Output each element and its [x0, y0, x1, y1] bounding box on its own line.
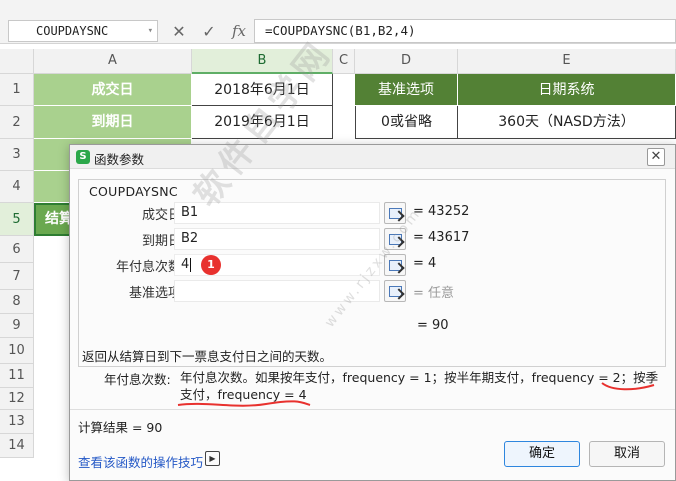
text-caret — [190, 257, 192, 272]
row-header-6[interactable]: 6 — [0, 236, 34, 263]
cell-d2[interactable]: 0或省略 — [355, 106, 458, 139]
formula-bar: COUPDAYSNC ▾ ✕ ✓ fx =COUPDAYSNC(B1,B2,4) — [0, 0, 676, 44]
formula-result: = 90 — [417, 318, 449, 333]
select-all-corner[interactable] — [0, 49, 34, 74]
column-header-b[interactable]: B — [192, 49, 333, 74]
column-header-a[interactable]: A — [34, 49, 192, 74]
function-arguments-dialog: S 函数参数 ✕ COUPDAYSNC 成交日 B1 = 43252 到期日 B… — [69, 144, 676, 481]
row-header-2[interactable]: 2 — [0, 106, 34, 139]
row-header-7[interactable]: 7 — [0, 263, 34, 290]
function-description: 返回从结算日到下一票息支付日之间的天数。 — [82, 349, 333, 364]
range-picker-icon[interactable] — [384, 254, 406, 276]
arg-row-basis: 基准选项 = 任意 — [79, 280, 667, 302]
row-header-4[interactable]: 4 — [0, 171, 34, 203]
arg-label: 年付息次数 — [115, 260, 181, 275]
formula-input[interactable]: =COUPDAYSNC(B1,B2,4) — [254, 19, 676, 43]
arg-result: = 4 — [413, 256, 437, 271]
range-picker-icon[interactable] — [384, 228, 406, 250]
arg-result: = 任意 — [413, 286, 455, 301]
range-picker-icon[interactable] — [384, 202, 406, 224]
name-box-value: COUPDAYSNC — [36, 24, 109, 38]
red-underline-annotation — [601, 382, 655, 391]
app-logo-icon: S — [76, 150, 90, 164]
row-header-10[interactable]: 10 — [0, 338, 34, 364]
cell-e2[interactable]: 360天（NASD方法） — [458, 106, 676, 139]
row-header-8[interactable]: 8 — [0, 290, 34, 314]
cell-b2[interactable]: 2019年6月1日 — [192, 106, 333, 139]
arg-row-maturity: 到期日 B2 = 43617 — [79, 228, 667, 250]
cell-a1[interactable]: 成交日 — [34, 74, 192, 106]
column-header-c[interactable]: C — [333, 49, 355, 74]
name-box-dropdown-icon[interactable]: ▾ — [148, 21, 153, 41]
function-tips-link[interactable]: 查看该函数的操作技巧 — [78, 452, 203, 471]
arg-row-settlement: 成交日 B1 = 43252 — [79, 202, 667, 224]
formula-tools: ✕ ✓ fx — [170, 19, 248, 43]
arg-result: = 43617 — [413, 230, 470, 245]
arg-input-frequency-value: 4 — [181, 257, 190, 272]
name-box[interactable]: COUPDAYSNC ▾ — [8, 20, 158, 42]
divider — [70, 409, 675, 410]
arg-input-maturity[interactable]: B2 — [174, 228, 380, 250]
arg-input-settlement[interactable]: B1 — [174, 202, 380, 224]
param-help-label: 年付息次数: — [104, 372, 171, 387]
arg-row-frequency: 年付息次数 4 1 = 4 — [79, 254, 667, 276]
row-header-14[interactable]: 14 — [0, 434, 34, 458]
function-group: COUPDAYSNC 成交日 B1 = 43252 到期日 B2 = 43617… — [78, 179, 666, 367]
column-header-d[interactable]: D — [355, 49, 458, 74]
close-icon[interactable]: ✕ — [647, 148, 665, 166]
cancel-button[interactable]: 取消 — [589, 441, 665, 467]
cell-d1[interactable]: 基准选项 — [355, 74, 458, 106]
row-header-5[interactable]: 5 — [0, 203, 34, 236]
row-header-1[interactable]: 1 — [0, 74, 34, 106]
param-help-text: 年付息次数。如果按年支付，frequency = 1；按半年期支付，freque… — [180, 370, 659, 402]
dialog-title-bar[interactable]: S 函数参数 ✕ — [70, 145, 675, 169]
cancel-formula-icon[interactable]: ✕ — [170, 22, 188, 41]
confirm-formula-icon[interactable]: ✓ — [200, 22, 218, 41]
row-header-3[interactable]: 3 — [0, 139, 34, 171]
calculation-result: 计算结果 = 90 — [78, 420, 163, 435]
range-picker-icon[interactable] — [384, 280, 406, 302]
function-name: COUPDAYSNC — [89, 184, 178, 199]
row-header-13[interactable]: 13 — [0, 410, 34, 434]
column-header-e[interactable]: E — [458, 49, 676, 74]
video-tips-icon[interactable]: ▶ — [205, 451, 220, 466]
dialog-title: 函数参数 — [94, 152, 145, 167]
step-badge: 1 — [201, 255, 221, 275]
arg-result: = 43252 — [413, 204, 470, 219]
ok-button[interactable]: 确定 — [504, 441, 580, 467]
insert-function-icon[interactable]: fx — [230, 22, 248, 40]
row-header-9[interactable]: 9 — [0, 314, 34, 338]
cell-e1[interactable]: 日期系统 — [458, 74, 676, 106]
cell-a2[interactable]: 到期日 — [34, 106, 192, 139]
row-header-12[interactable]: 12 — [0, 388, 34, 410]
arg-input-basis[interactable] — [174, 280, 380, 302]
row-header-11[interactable]: 11 — [0, 364, 34, 388]
cell-b1[interactable]: 2018年6月1日 — [192, 74, 333, 106]
